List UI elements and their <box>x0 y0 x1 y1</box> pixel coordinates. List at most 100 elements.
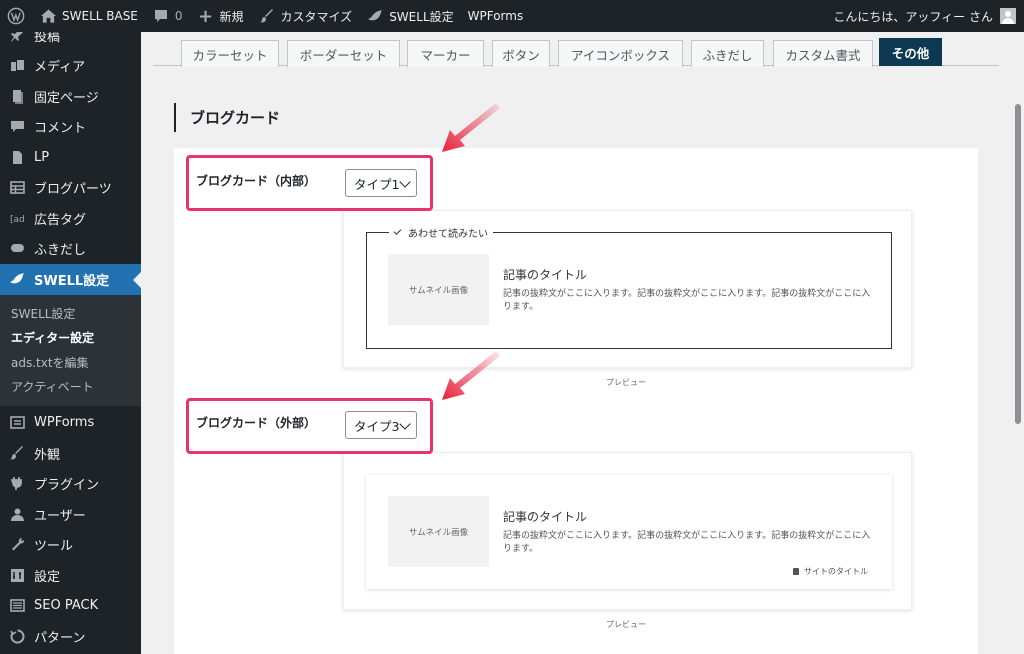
tab-color-set[interactable]: カラーセット <box>181 40 279 67</box>
external-blog-card: サムネイル画像 記事のタイトル 記事の抜粋文がここに入ります。記事の抜粋文がここ… <box>366 475 892 589</box>
tab-custom-format[interactable]: カスタム書式 <box>773 40 873 67</box>
sidebar-item-label: 固定ページ <box>34 90 99 106</box>
submenu-editor-settings[interactable]: エディター設定 <box>0 326 141 351</box>
sidebar-item-label: ふきだし <box>34 243 87 259</box>
swell-icon <box>8 270 26 288</box>
sidebar-item-settings[interactable]: 設定 <box>0 560 141 591</box>
settings-tabs: カラーセット ボーダーセット マーカー ボタン アイコンボックス ふきだし カス… <box>153 38 999 67</box>
svg-text:[ad]: [ad] <box>10 215 25 225</box>
avatar <box>1000 8 1016 24</box>
sidebar-item-posts[interactable]: 投稿 <box>0 32 141 51</box>
sidebar-item-comments[interactable]: コメント <box>0 112 141 143</box>
tab-border-set[interactable]: ボーダーセット <box>287 40 400 67</box>
sidebar-item-ad-tags[interactable]: [ad] 広告タグ <box>0 203 141 234</box>
swell-icon <box>366 7 384 25</box>
brush-icon <box>8 444 26 462</box>
sidebar-item-users[interactable]: ユーザー <box>0 499 141 530</box>
arrow-annotation-1 <box>442 103 500 152</box>
sidebar-item-label: ユーザー <box>34 508 86 524</box>
table-icon <box>8 179 26 197</box>
wrench-icon <box>8 536 26 554</box>
sidebar-item-blog-parts[interactable]: ブログパーツ <box>0 173 141 204</box>
swell-settings-link[interactable]: SWELL設定 <box>359 0 460 32</box>
preview-label: プレビュー <box>606 620 646 629</box>
sidebar-item-media[interactable]: メディア <box>0 51 141 82</box>
tab-icon-box[interactable]: アイコンボックス <box>558 40 683 67</box>
sidebar-item-appearance[interactable]: 外観 <box>0 438 141 469</box>
sidebar-item-patterns[interactable]: パターン <box>0 621 141 652</box>
sidebar-item-label: ブログパーツ <box>34 182 112 198</box>
sidebar-item-pages[interactable]: 固定ページ <box>0 81 141 112</box>
submenu-ads-txt[interactable]: ads.txtを編集 <box>0 351 141 376</box>
check-icon <box>393 227 402 235</box>
sidebar-item-plugins[interactable]: プラグイン <box>0 469 141 500</box>
pattern-icon <box>8 627 26 645</box>
swell-settings-label: SWELL設定 <box>389 9 454 24</box>
customize-link[interactable]: カスタマイズ <box>251 0 360 32</box>
page-scrollbar[interactable] <box>1012 32 1024 654</box>
tab-marker[interactable]: マーカー <box>407 40 484 67</box>
list-icon <box>8 597 26 615</box>
thumbnail-placeholder: サムネイル画像 <box>388 254 489 325</box>
sidebar-item-wpforms[interactable]: WPForms <box>0 408 141 439</box>
tab-fukidashi[interactable]: ふきだし <box>691 40 764 67</box>
tab-other[interactable]: その他 <box>879 38 942 66</box>
sidebar-item-label: SEO PACK <box>34 598 99 614</box>
home-icon <box>39 7 57 25</box>
preview-label: プレビュー <box>606 378 646 387</box>
settings-icon <box>8 566 26 584</box>
sidebar-item-label: SWELL設定 <box>34 273 110 289</box>
site-name-text: サイトのタイトル <box>804 567 868 576</box>
card-title: 記事のタイトル <box>503 510 588 524</box>
wordpress-icon <box>7 7 25 25</box>
form-icon <box>8 414 26 432</box>
media-icon <box>8 57 26 75</box>
admin-bar: SWELL BASE 0 + 新規 カスタマイズ SWELL設定 WPForms… <box>0 0 1024 32</box>
plus-icon: + <box>197 5 214 27</box>
site-name-link[interactable]: SWELL BASE <box>32 0 145 32</box>
ad-icon: [ad] <box>8 209 26 227</box>
sidebar-item-seo-pack[interactable]: SEO PACK <box>0 591 141 622</box>
submenu-swell-settings[interactable]: SWELL設定 <box>0 302 141 327</box>
sidebar-item-swell-settings[interactable]: SWELL設定 <box>0 264 141 295</box>
wpforms-link[interactable]: WPForms <box>461 0 531 32</box>
site-name-label: サイトのタイトル <box>793 566 868 577</box>
wordpress-logo-button[interactable] <box>0 0 32 32</box>
card-excerpt: 記事の抜粋文がここに入ります。記事の抜粋文がここに入ります。記事の抜粋文がここに… <box>503 531 871 554</box>
sidebar-item-lp[interactable]: LP <box>0 142 141 173</box>
sidebar-item-tools[interactable]: ツール <box>0 530 141 561</box>
comments-link[interactable]: 0 <box>145 0 190 32</box>
tab-button[interactable]: ボタン <box>492 40 550 67</box>
comment-icon <box>8 118 26 136</box>
arrow-annotation-2 <box>442 351 500 400</box>
comment-bubble-icon <box>152 7 170 25</box>
thumbnail-placeholder: サムネイル画像 <box>388 496 489 567</box>
highlight-box-internal <box>186 155 433 211</box>
scrollbar-thumb[interactable] <box>1015 104 1021 424</box>
site-name: SWELL BASE <box>62 9 138 23</box>
sidebar-item-label: コメント <box>34 121 87 137</box>
sidebar-item-fukidashi[interactable]: ふきだし <box>0 234 141 265</box>
sidebar-item-label: WPForms <box>34 415 95 431</box>
new-label: 新規 <box>219 9 244 24</box>
caption-text: あわせて読みたい <box>408 229 488 240</box>
customize-label: カスタマイズ <box>280 9 353 24</box>
submenu-activate[interactable]: アクティベート <box>0 375 141 400</box>
plugin-icon <box>8 475 26 493</box>
pin-icon <box>8 32 26 44</box>
card-excerpt: 記事の抜粋文がここに入ります。記事の抜粋文がここに入ります。記事の抜粋文がここに… <box>503 289 871 312</box>
paintbrush-icon <box>258 7 276 25</box>
sidebar-item-label: LP <box>34 149 50 165</box>
account-menu[interactable]: こんにちは、アッフィー さん <box>833 8 1024 25</box>
sidebar-item-label: ツール <box>34 539 74 555</box>
new-content-link[interactable]: + 新規 <box>190 0 251 32</box>
sidebar-item-label: 広告タグ <box>34 212 87 228</box>
swell-submenu: SWELL設定 エディター設定 ads.txtを編集 アクティベート <box>0 294 141 406</box>
sidebar-item-label: 設定 <box>34 569 61 585</box>
section-title: ブログカード <box>174 103 280 132</box>
sidebar-item-label: パターン <box>34 630 86 646</box>
wpforms-label: WPForms <box>467 9 524 23</box>
internal-blog-card: あわせて読みたい サムネイル画像 記事のタイトル 記事の抜粋文がここに入ります。… <box>366 225 892 349</box>
card-caption: あわせて読みたい <box>389 225 493 240</box>
balloon-icon <box>8 240 26 258</box>
